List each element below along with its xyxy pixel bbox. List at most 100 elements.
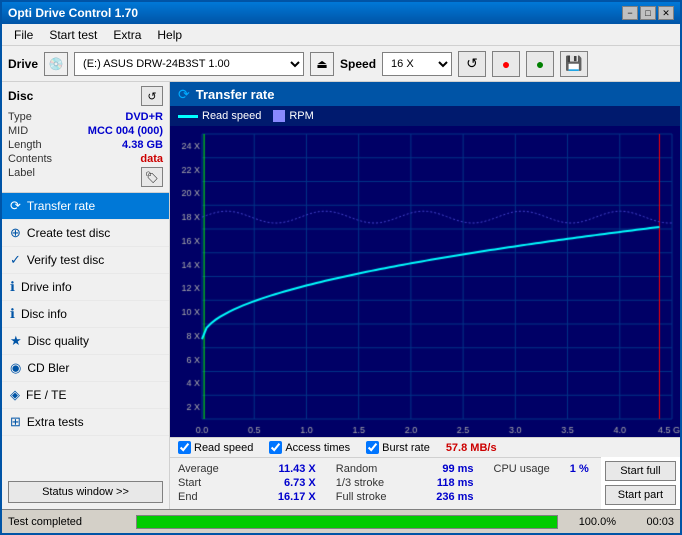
save-button[interactable]: 💾 <box>560 51 588 77</box>
read-speed-checkbox[interactable] <box>178 441 191 454</box>
disc-title: Disc <box>8 89 33 103</box>
disc-refresh-button[interactable]: ↺ <box>141 86 163 106</box>
stat-start: Start 6.73 X <box>178 476 320 490</box>
stat-random-label: Random <box>336 463 378 475</box>
drive-select[interactable]: (E:) ASUS DRW-24B3ST 1.00 <box>74 52 304 76</box>
disc-type-row: Type DVD+R <box>8 110 163 124</box>
status-window-button[interactable]: Status window >> <box>8 481 163 503</box>
speed-label: Speed <box>340 57 376 71</box>
stat-start-label: Start <box>178 477 201 489</box>
access-times-checkbox-item: Access times <box>269 441 350 454</box>
speed-select[interactable]: 16 X <box>382 52 452 76</box>
red-button[interactable]: ● <box>492 51 520 77</box>
nav-fe-te-label: FE / TE <box>26 388 66 402</box>
stat-third-stroke-value: 118 ms <box>434 477 474 489</box>
title-bar-text: Opti Drive Control 1.70 <box>8 6 138 20</box>
stats-area: Average 11.43 X Start 6.73 X End 16.17 X <box>170 457 680 509</box>
menu-help[interactable]: Help <box>149 26 190 44</box>
status-text: Test completed <box>8 516 128 528</box>
stat-cpu-label: CPU usage <box>494 463 550 475</box>
minimize-button[interactable]: − <box>622 6 638 20</box>
nav-cd-bler-label: CD Bler <box>27 361 69 375</box>
disc-info-icon: ℹ <box>10 306 15 322</box>
disc-length-label: Length <box>8 139 42 151</box>
disc-label-icon[interactable]: 🏷 <box>141 167 163 187</box>
main-window: Opti Drive Control 1.70 − □ ✕ File Start… <box>0 0 682 535</box>
stat-cpu: CPU usage 1 % <box>494 462 593 476</box>
read-speed-checkbox-item: Read speed <box>178 441 253 454</box>
legend-read-speed: Read speed <box>178 110 261 122</box>
nav-cd-bler[interactable]: ◉ CD Bler <box>2 355 169 382</box>
read-speed-checkbox-label: Read speed <box>194 442 253 454</box>
access-times-checkbox[interactable] <box>269 441 282 454</box>
main-content: Disc ↺ Type DVD+R MID MCC 004 (000) Leng… <box>2 82 680 509</box>
chart-container <box>170 126 680 437</box>
disc-mid-label: MID <box>8 125 28 137</box>
maximize-button[interactable]: □ <box>640 6 656 20</box>
nav-items: ⟳ Transfer rate ⊕ Create test disc ✓ Ver… <box>2 193 169 475</box>
status-time: 00:03 <box>624 516 674 528</box>
burst-rate-checkbox[interactable] <box>366 441 379 454</box>
menu-start-test[interactable]: Start test <box>41 26 105 44</box>
legend-read-speed-label: Read speed <box>202 110 261 122</box>
menu-file[interactable]: File <box>6 26 41 44</box>
nav-verify-test-disc[interactable]: ✓ Verify test disc <box>2 247 169 274</box>
chart-title: Transfer rate <box>196 87 275 102</box>
nav-disc-quality-label: Disc quality <box>28 334 89 348</box>
chart-header-icon: ⟳ <box>178 86 190 103</box>
eject-button[interactable]: ⏏ <box>310 52 334 76</box>
disc-contents-row: Contents data <box>8 152 163 166</box>
menu-bar: File Start test Extra Help <box>2 24 680 46</box>
stat-end: End 16.17 X <box>178 490 320 504</box>
drive-icon: 💿 <box>44 52 68 76</box>
chart-checkboxes: Read speed Access times Burst rate 57.8 … <box>170 437 680 457</box>
disc-header: Disc ↺ <box>8 86 163 106</box>
extra-tests-icon: ⊞ <box>10 414 21 430</box>
nav-drive-info[interactable]: ℹ Drive info <box>2 274 169 301</box>
nav-extra-tests[interactable]: ⊞ Extra tests <box>2 409 169 436</box>
stat-end-label: End <box>178 491 198 503</box>
nav-transfer-rate[interactable]: ⟳ Transfer rate <box>2 193 169 220</box>
green-button[interactable]: ● <box>526 51 554 77</box>
stat-third-stroke-label: 1/3 stroke <box>336 477 384 489</box>
disc-label-label: Label <box>8 167 35 187</box>
legend-rpm-label: RPM <box>289 110 313 122</box>
nav-create-test-disc-label: Create test disc <box>27 226 110 240</box>
nav-disc-quality[interactable]: ★ Disc quality <box>2 328 169 355</box>
disc-mid-row: MID MCC 004 (000) <box>8 124 163 138</box>
disc-length-value: 4.38 GB <box>122 139 163 151</box>
legend-rpm: RPM <box>273 110 313 122</box>
access-times-checkbox-label: Access times <box>285 442 350 454</box>
close-button[interactable]: ✕ <box>658 6 674 20</box>
stat-average-label: Average <box>178 463 219 475</box>
burst-rate-value: 57.8 MB/s <box>446 442 497 454</box>
disc-label-row: Label 🏷 <box>8 166 163 188</box>
transfer-rate-chart <box>170 126 680 437</box>
toolbar: Drive 💿 (E:) ASUS DRW-24B3ST 1.00 ⏏ Spee… <box>2 46 680 82</box>
stat-random: Random 99 ms <box>336 462 478 476</box>
transfer-rate-icon: ⟳ <box>10 198 21 214</box>
nav-create-test-disc[interactable]: ⊕ Create test disc <box>2 220 169 247</box>
stats-col1: Average 11.43 X Start 6.73 X End 16.17 X <box>170 457 328 509</box>
progress-bar-container <box>136 515 558 529</box>
fe-te-icon: ◈ <box>10 387 20 403</box>
refresh-button[interactable]: ↺ <box>458 51 486 77</box>
nav-fe-te[interactable]: ◈ FE / TE <box>2 382 169 409</box>
verify-test-disc-icon: ✓ <box>10 252 21 268</box>
stat-full-stroke-label: Full stroke <box>336 491 387 503</box>
stat-average-value: 11.43 X <box>266 463 316 475</box>
nav-drive-info-label: Drive info <box>21 280 72 294</box>
chart-header: ⟳ Transfer rate <box>170 82 680 106</box>
chart-legend: Read speed RPM <box>170 106 680 126</box>
drive-info-icon: ℹ <box>10 279 15 295</box>
stats-col3: CPU usage 1 % <box>486 457 601 509</box>
nav-disc-info[interactable]: ℹ Disc info <box>2 301 169 328</box>
disc-contents-value: data <box>140 153 163 165</box>
stats-access-col: Random 99 ms 1/3 stroke 118 ms Full stro… <box>336 462 478 505</box>
stat-start-value: 6.73 X <box>266 477 316 489</box>
start-full-button[interactable]: Start full <box>605 461 676 481</box>
disc-type-value: DVD+R <box>125 111 163 123</box>
start-part-button[interactable]: Start part <box>605 485 676 505</box>
menu-extra[interactable]: Extra <box>105 26 149 44</box>
progress-percentage: 100.0% <box>566 516 616 528</box>
